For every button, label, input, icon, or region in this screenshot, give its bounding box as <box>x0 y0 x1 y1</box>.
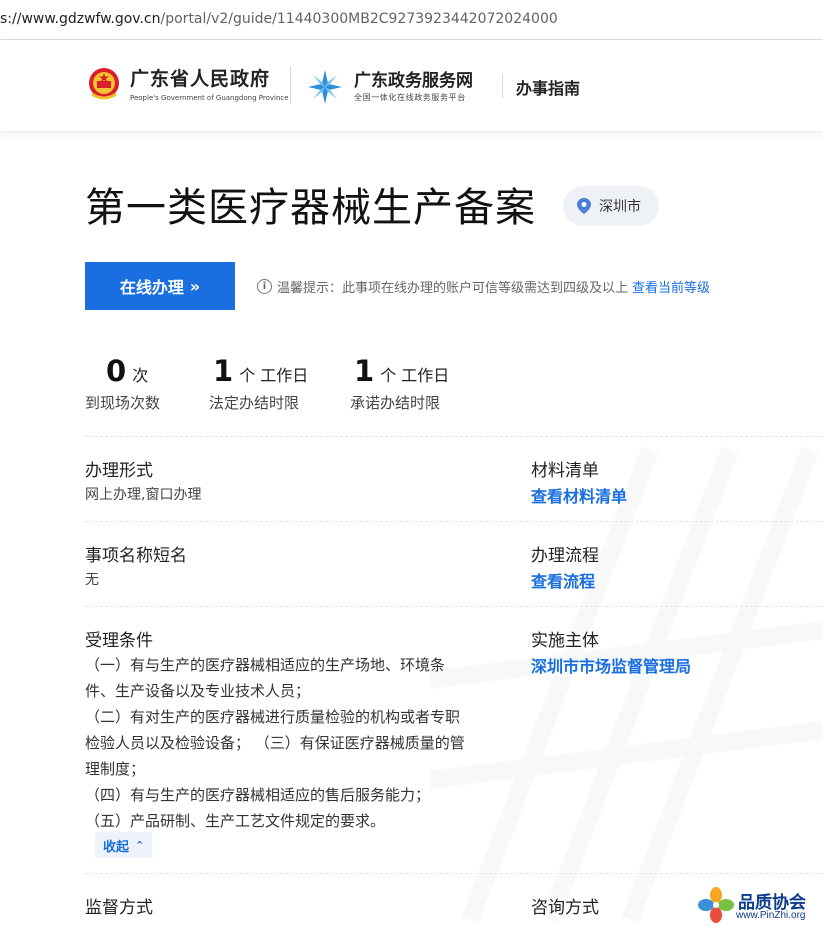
national-emblem-icon <box>89 68 119 100</box>
divider <box>85 521 823 522</box>
stat-legal-limit-value: 1 <box>213 354 234 388</box>
condition-line: （四）有与生产的医疗器械相适应的售后服务能力； <box>85 786 431 804</box>
authority-link[interactable]: 深圳市市场监督管理局 <box>531 653 691 677</box>
short-name-label: 事项名称短名 <box>85 546 187 566</box>
chevron-up-icon: ⌃ <box>135 838 145 852</box>
service-logo-icon[interactable] <box>306 68 344 106</box>
conditions-label: 受理条件 <box>85 631 153 651</box>
apply-online-button[interactable]: 在线办理 » <box>85 262 235 310</box>
handling-form-value: 网上办理,窗口办理 <box>85 487 202 503</box>
gov-name-en: People's Government of Guangdong Provinc… <box>130 94 289 102</box>
stat-visits-label: 到现场次数 <box>85 394 161 412</box>
double-chevron-right-icon: » <box>189 276 201 296</box>
collapse-label: 收起 <box>103 839 130 855</box>
browser-address-bar[interactable]: s://www.gdzwfw.gov.cn/portal/v2/guide/11… <box>0 0 823 40</box>
conditions-text: （一）有与生产的医疗器械相适应的生产场地、环境条 件、生产设备以及专业技术人员；… <box>85 652 495 834</box>
consult-label: 咨询方式 <box>531 898 599 918</box>
stat-promised-limit: 1 个 工作日 承诺办结时限 <box>350 354 449 413</box>
condition-line: （二）有对生产的医疗器械进行质量检验的机构或者专职 <box>85 708 461 726</box>
header-divider <box>290 66 291 104</box>
service-subtitle: 全国一体化在线政务服务平台 <box>354 93 466 102</box>
divider <box>85 873 823 874</box>
condition-line: 检验人员以及检验设备； （三）有保证医疗器械质量的管 <box>85 734 465 752</box>
page-title: 第一类医疗器械生产备案 <box>85 185 536 231</box>
apply-online-label: 在线办理 <box>119 278 184 297</box>
info-icon: i <box>257 279 272 294</box>
location-pin-icon <box>577 198 591 214</box>
tip-text: 温馨提示：此事项在线办理的账户可信等级需达到四级及以上 <box>277 281 629 296</box>
watermark-url: www.PinZhi.org <box>736 910 806 921</box>
supervision-label: 监督方式 <box>85 898 153 918</box>
view-materials-link[interactable]: 查看材料清单 <box>531 483 627 507</box>
header-divider-2 <box>502 74 503 98</box>
handling-form-label: 办理形式 <box>85 461 153 481</box>
service-name-cn[interactable]: 广东政务服务网 <box>354 66 473 91</box>
stat-promised-limit-value: 1 <box>354 354 375 388</box>
section-label: 办事指南 <box>516 79 581 98</box>
stat-visits-value: 0 <box>106 354 127 388</box>
short-name-value: 无 <box>85 572 99 588</box>
region-badge[interactable]: 深圳市 <box>563 186 659 226</box>
stat-legal-limit-label: 法定办结时限 <box>209 394 300 412</box>
stat-visits-unit: 次 <box>132 366 149 385</box>
site-header: 广东省人民政府 People's Government of Guangdong… <box>0 40 823 132</box>
authority-label: 实施主体 <box>531 631 599 651</box>
condition-line: 件、生产设备以及专业技术人员； <box>85 682 311 700</box>
view-process-link[interactable]: 查看流程 <box>531 568 595 592</box>
notice-tip: i 温馨提示：此事项在线办理的账户可信等级需达到四级及以上 查看当前等级 <box>257 277 710 296</box>
stat-promised-limit-unit: 个 工作日 <box>380 366 450 385</box>
process-label: 办理流程 <box>531 546 599 566</box>
divider <box>85 606 823 607</box>
collapse-button[interactable]: 收起 ⌃ <box>95 832 153 858</box>
condition-line: 理制度； <box>85 760 146 778</box>
region-label: 深圳市 <box>599 199 641 215</box>
condition-line: （一）有与生产的医疗器械相适应的生产场地、环境条 <box>85 656 446 674</box>
condition-line: （五）产品研制、生产工艺文件规定的要求。 <box>85 812 386 830</box>
materials-label: 材料清单 <box>531 461 599 481</box>
check-level-link[interactable]: 查看当前等级 <box>632 277 710 296</box>
stat-promised-limit-label: 承诺办结时限 <box>350 394 441 412</box>
watermark-logo: 品质协会 www.PinZhi.org <box>698 885 823 927</box>
stat-legal-limit-unit: 个 工作日 <box>239 366 309 385</box>
flower-logo-icon <box>698 887 734 923</box>
divider <box>85 436 823 437</box>
gov-name-cn: 广东省人民政府 <box>130 68 271 90</box>
stat-legal-limit: 1 个 工作日 法定办结时限 <box>209 354 308 413</box>
url-text[interactable]: s://www.gdzwfw.gov.cn/portal/v2/guide/11… <box>0 11 558 27</box>
stat-visits: 0次 到现场次数 <box>85 354 160 413</box>
